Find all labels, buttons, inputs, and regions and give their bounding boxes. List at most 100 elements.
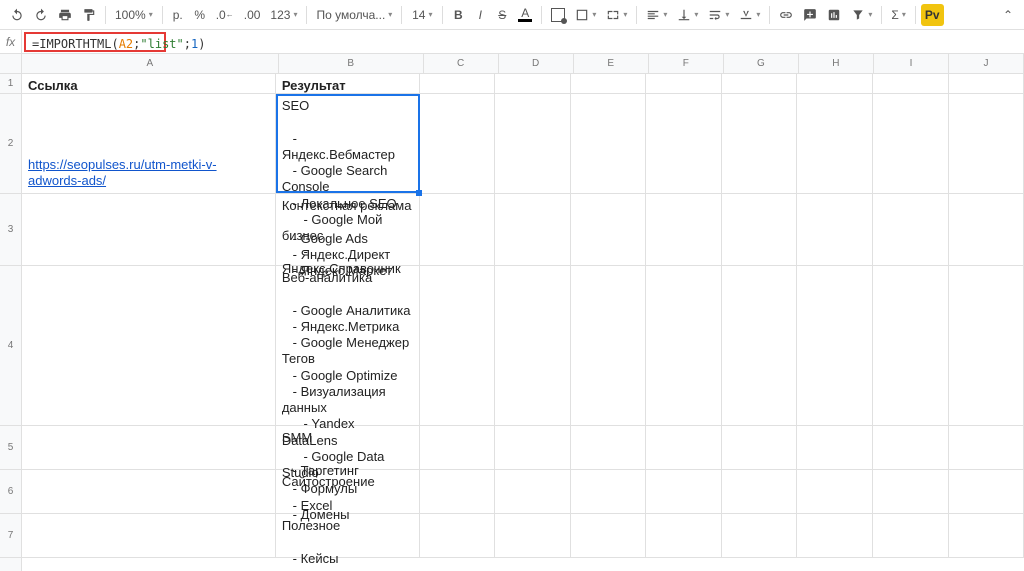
- cell[interactable]: [873, 74, 949, 93]
- cell[interactable]: [949, 514, 1024, 557]
- cell[interactable]: [949, 266, 1024, 425]
- strikethrough-icon[interactable]: S: [492, 4, 512, 26]
- text-wrap-icon[interactable]: [704, 4, 733, 26]
- cell[interactable]: [22, 194, 276, 265]
- cell[interactable]: Сайтостроение - Домены: [276, 470, 420, 513]
- column-header[interactable]: G: [724, 54, 799, 73]
- column-header[interactable]: A: [22, 54, 279, 73]
- cell[interactable]: [420, 426, 496, 469]
- cell[interactable]: [22, 266, 276, 425]
- cell[interactable]: [722, 514, 798, 557]
- column-header[interactable]: B: [279, 54, 424, 73]
- merge-cells-icon[interactable]: [602, 4, 631, 26]
- column-header[interactable]: D: [499, 54, 574, 73]
- cell[interactable]: [22, 426, 276, 469]
- cell[interactable]: [495, 194, 571, 265]
- cell[interactable]: [646, 74, 722, 93]
- addon-icon[interactable]: Pv: [921, 4, 944, 26]
- filter-icon[interactable]: [847, 4, 876, 26]
- cell[interactable]: [571, 470, 647, 513]
- cell[interactable]: [797, 266, 873, 425]
- cell[interactable]: [873, 470, 949, 513]
- column-header[interactable]: I: [874, 54, 949, 73]
- cell[interactable]: [22, 514, 276, 557]
- cell[interactable]: [646, 94, 722, 193]
- cell[interactable]: [646, 266, 722, 425]
- select-all-corner[interactable]: [0, 54, 21, 74]
- row-header[interactable]: 3: [0, 194, 21, 266]
- text-rotation-icon[interactable]: [735, 4, 764, 26]
- paint-format-icon[interactable]: [78, 4, 100, 26]
- cell[interactable]: [797, 94, 873, 193]
- cell[interactable]: [495, 94, 571, 193]
- cell[interactable]: [949, 194, 1024, 265]
- cell[interactable]: [646, 426, 722, 469]
- cell[interactable]: Веб-аналитика - Google Аналитика - Яндек…: [276, 266, 420, 425]
- cell[interactable]: [797, 194, 873, 265]
- insert-chart-icon[interactable]: [823, 4, 845, 26]
- cell[interactable]: [495, 266, 571, 425]
- increase-decimal-icon[interactable]: .00: [240, 4, 265, 26]
- cell[interactable]: [949, 74, 1024, 93]
- row-header[interactable]: 5: [0, 426, 21, 470]
- row-header[interactable]: 6: [0, 470, 21, 514]
- cell[interactable]: [797, 426, 873, 469]
- cell[interactable]: [420, 94, 496, 193]
- cell[interactable]: [646, 514, 722, 557]
- vertical-align-icon[interactable]: [673, 4, 702, 26]
- cell[interactable]: [722, 194, 798, 265]
- cell[interactable]: [495, 426, 571, 469]
- column-header[interactable]: C: [424, 54, 499, 73]
- cell[interactable]: [22, 470, 276, 513]
- font-family-dropdown[interactable]: По умолча...: [312, 4, 396, 26]
- row-header[interactable]: 7: [0, 514, 21, 558]
- cell[interactable]: SEO - Яндекс.Вебмастер - Google Search C…: [276, 94, 420, 193]
- percent-button[interactable]: %: [190, 4, 210, 26]
- cell[interactable]: [495, 74, 571, 93]
- cell[interactable]: [571, 194, 647, 265]
- borders-icon[interactable]: [571, 4, 600, 26]
- row-header[interactable]: 2: [0, 94, 21, 194]
- row-header[interactable]: 1: [0, 74, 21, 94]
- cell-link[interactable]: https://seopulses.ru/utm-metki-v-adwords…: [28, 157, 269, 190]
- column-header[interactable]: J: [949, 54, 1024, 73]
- functions-icon[interactable]: Σ: [887, 4, 909, 26]
- fill-color-icon[interactable]: [547, 4, 569, 26]
- more-formats-dropdown[interactable]: 123: [266, 4, 301, 26]
- column-header[interactable]: H: [799, 54, 874, 73]
- cell[interactable]: [797, 514, 873, 557]
- cell-header[interactable]: Результат: [276, 74, 420, 93]
- insert-comment-icon[interactable]: [799, 4, 821, 26]
- font-size-dropdown[interactable]: 14: [407, 4, 437, 26]
- cell[interactable]: [722, 74, 798, 93]
- cell[interactable]: https://seopulses.ru/utm-metki-v-adwords…: [22, 94, 276, 193]
- cell[interactable]: [571, 514, 647, 557]
- text-color-icon[interactable]: A: [514, 4, 536, 26]
- cell[interactable]: [873, 426, 949, 469]
- bold-icon[interactable]: B: [448, 4, 468, 26]
- cell[interactable]: [722, 426, 798, 469]
- cell[interactable]: [949, 470, 1024, 513]
- cell[interactable]: [949, 426, 1024, 469]
- insert-link-icon[interactable]: [775, 4, 797, 26]
- cell[interactable]: [722, 470, 798, 513]
- column-header[interactable]: E: [574, 54, 649, 73]
- cell-header[interactable]: Ссылка: [22, 74, 276, 93]
- cell[interactable]: [495, 514, 571, 557]
- horizontal-align-icon[interactable]: [642, 4, 671, 26]
- cell[interactable]: [420, 470, 496, 513]
- cell[interactable]: [420, 194, 496, 265]
- cell[interactable]: [646, 194, 722, 265]
- italic-icon[interactable]: I: [470, 4, 490, 26]
- cell[interactable]: [420, 74, 496, 93]
- cell[interactable]: [571, 94, 647, 193]
- currency-button[interactable]: р.: [168, 4, 188, 26]
- cell[interactable]: Полезное - Кейсы: [276, 514, 420, 557]
- row-header[interactable]: 4: [0, 266, 21, 426]
- cell[interactable]: [495, 470, 571, 513]
- undo-icon[interactable]: [6, 4, 28, 26]
- cell[interactable]: [722, 266, 798, 425]
- expand-toolbar-icon[interactable]: ⌃: [998, 4, 1018, 26]
- decrease-decimal-icon[interactable]: .0←: [212, 4, 238, 26]
- formula-input[interactable]: =IMPORTHTML(A2;"list";1): [24, 32, 166, 52]
